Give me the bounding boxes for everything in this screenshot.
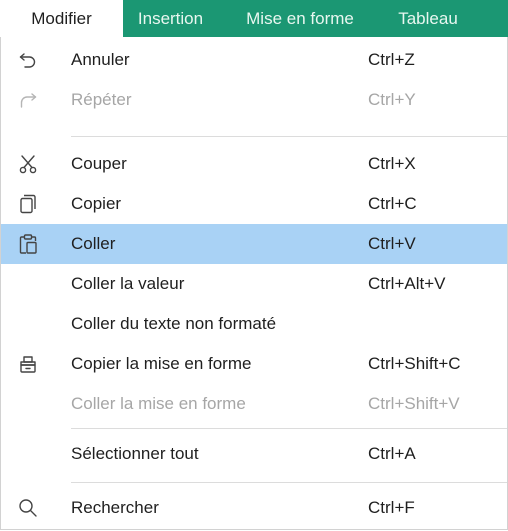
menu-item-label: Coller du texte non formaté xyxy=(71,314,277,333)
menu-item-redo[interactable]: Répéter Ctrl+Y xyxy=(1,80,507,120)
menu-item-copy-format[interactable]: Copier la mise en forme Ctrl+Shift+C xyxy=(1,344,507,384)
redo-icon xyxy=(15,80,41,120)
menu-item-shortcut: Ctrl+A xyxy=(368,444,416,463)
menu-item-label: Coller la valeur xyxy=(71,274,185,293)
menu-item-label: Sélectionner tout xyxy=(71,444,199,463)
scissors-icon xyxy=(15,144,41,184)
menu-item-shortcut: Ctrl+Shift+C xyxy=(368,354,461,373)
menu-item-shortcut: Ctrl+X xyxy=(368,154,416,173)
menu-item-label: Copier la mise en forme xyxy=(71,354,252,373)
menu-item-shortcut: Ctrl+Shift+V xyxy=(368,394,460,413)
paste-icon xyxy=(15,224,41,264)
format-painter-icon xyxy=(15,344,41,384)
menu-item-copy[interactable]: Copier Ctrl+C xyxy=(1,184,507,224)
menu-item-label: Coller la mise en forme xyxy=(71,394,246,413)
menu-item-shortcut: Ctrl+Y xyxy=(368,90,416,109)
menu-item-shortcut: Ctrl+Z xyxy=(368,50,415,69)
menu-item-label: Couper xyxy=(71,154,127,173)
menu-item-shortcut: Ctrl+Alt+V xyxy=(368,274,446,293)
menu-item-paste-value[interactable]: Coller la valeur Ctrl+Alt+V xyxy=(1,264,507,304)
menu-separator xyxy=(71,482,507,483)
search-icon xyxy=(15,488,41,528)
menu-item-paste-format[interactable]: Coller la mise en forme Ctrl+Shift+V xyxy=(1,384,507,424)
menu-item-undo[interactable]: Annuler Ctrl+Z xyxy=(1,40,507,80)
edit-dropdown-menu: Annuler Ctrl+Z Répéter Ctrl+Y Couper Ctr… xyxy=(0,37,508,530)
menu-item-label: Annuler xyxy=(71,50,130,69)
menu-bar: Modifier Insertion Mise en forme Tableau xyxy=(0,0,508,37)
menu-item-shortcut: Ctrl+V xyxy=(368,234,416,253)
menu-item-label: Copier xyxy=(71,194,122,213)
copy-icon xyxy=(15,184,41,224)
menu-item-shortcut: Ctrl+F xyxy=(368,498,415,517)
menu-item-label: Rechercher xyxy=(71,498,159,517)
tab-mise-en-forme[interactable]: Mise en forme xyxy=(218,0,382,37)
menu-item-shortcut: Ctrl+C xyxy=(368,194,417,213)
menu-item-label: Répéter xyxy=(71,90,132,109)
tab-modifier[interactable]: Modifier xyxy=(0,0,123,37)
menu-item-find[interactable]: Rechercher Ctrl+F xyxy=(1,488,507,528)
undo-icon xyxy=(15,40,41,80)
menu-separator xyxy=(71,136,507,137)
menu-separator xyxy=(71,428,507,429)
menu-item-cut[interactable]: Couper Ctrl+X xyxy=(1,144,507,184)
tab-insertion[interactable]: Insertion xyxy=(123,0,218,37)
menu-item-paste[interactable]: Coller Ctrl+V xyxy=(1,224,507,264)
tab-tableau[interactable]: Tableau xyxy=(382,0,474,37)
menu-item-select-all[interactable]: Sélectionner tout Ctrl+A xyxy=(1,434,507,474)
menu-item-label: Coller xyxy=(71,234,116,253)
menu-item-paste-plain-text[interactable]: Coller du texte non formaté xyxy=(1,304,507,344)
